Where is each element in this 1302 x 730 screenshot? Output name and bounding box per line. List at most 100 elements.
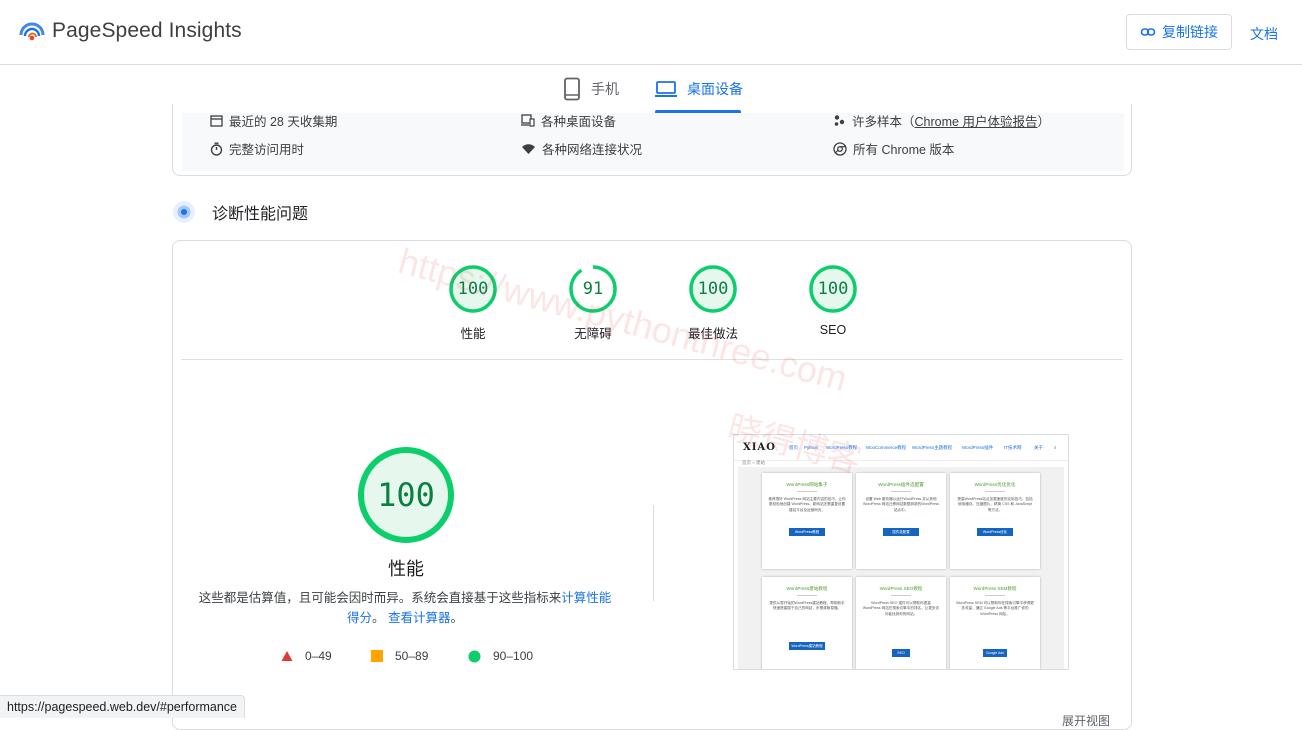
field-data-meta: 最近的 28 天收集期 各种桌面设备 许多样本（Chrome 用户体验报告） 完…	[182, 113, 1124, 171]
thumb-search-icon: ⌕	[1054, 445, 1057, 450]
thumb-body: WordPress网站集子 推荐搭好 WordPress 网站主要内容的技巧，让…	[738, 467, 1064, 669]
desc-text: 这些都是估算值，且可能会因时而异。系统会直接基于这些指标来	[198, 591, 562, 605]
thumb-tile-desc: 提供从零开始的WordPress建站教程，帮助新手快速搭建属于自己的网站，步骤清…	[769, 601, 845, 611]
legend-pass: 90–100	[468, 648, 533, 664]
thumb-menu-item: Python	[804, 445, 819, 450]
score-label: 无障碍	[574, 327, 612, 341]
thumb-tile-title: WordPress网站集子	[786, 482, 828, 487]
diagnose-section-header: 诊断性能问题	[172, 198, 308, 226]
meta-samples: 许多样本（Chrome 用户体验报告）	[833, 111, 1050, 130]
score-ring: 100	[449, 265, 497, 313]
browser-status-url: https://pagespeed.web.dev/#performance	[0, 695, 246, 718]
chrome-icon	[833, 141, 847, 156]
brand-title[interactable]: PageSpeed Insights	[52, 19, 242, 43]
top-app-bar: PageSpeed Insights 复制链接 文档	[0, 0, 1302, 65]
meta-samples-post: ）	[1037, 115, 1050, 129]
meta-network: 各种网络连接状况	[521, 139, 642, 158]
meta-chrome-text: 所有 Chrome 版本	[853, 143, 955, 157]
thumb-breadcrumb: 首页 » 建站	[742, 460, 766, 465]
score-ring: 100	[809, 265, 857, 313]
docs-link[interactable]: 文档	[1250, 24, 1278, 44]
tab-desktop-label: 桌面设备	[687, 81, 743, 97]
thumb-tile-desc: 推荐搭好 WordPress 网站主要内容的技巧，让你更轻松地创建 WordPr…	[768, 497, 846, 512]
score-label: SEO	[819, 323, 847, 337]
legend-pass-range: 90–100	[493, 649, 534, 663]
thumb-tile: WordPress SEM教程 WordPress SEM 可以帮助你在搜索引擎…	[950, 577, 1040, 669]
thumb-tile-desc: 设置 Web 服务器以运行WordPress 并从其他 WordPress 网站…	[863, 497, 939, 512]
triangle-icon	[281, 651, 293, 661]
score-label: 最佳做法	[687, 327, 738, 341]
score-gauge-seo[interactable]: 100 SEO	[801, 265, 865, 337]
score-value: 91	[582, 279, 604, 299]
thumb-tile-desc: WordPress SEO 插件可以帮助你提高 WordPress 网站在搜索引…	[862, 601, 940, 616]
score-value: 100	[457, 279, 489, 299]
copy-link-button[interactable]: 复制链接	[1126, 14, 1232, 50]
score-gauge-performance[interactable]: 100 性能	[441, 265, 505, 342]
performance-description: 这些都是估算值，且可能会因时而异。系统会直接基于这些指标来计算性能得分。 查看计…	[193, 588, 617, 628]
thumb-tile: WordPress网站集子 推荐搭好 WordPress 网站主要内容的技巧，让…	[762, 473, 852, 569]
crux-report-link[interactable]: Chrome 用户体验报告	[915, 115, 1038, 129]
phone-icon	[564, 77, 580, 101]
link-icon	[1140, 28, 1156, 36]
thumb-tile-title: WordPress插件选配置	[878, 482, 924, 487]
thumb-tile-title: WordPress SEM教程	[973, 586, 1017, 591]
legend-fail: 0–49	[281, 648, 332, 664]
score-gauge-best-practices[interactable]: 100 最佳做法	[681, 265, 745, 342]
vertical-separator	[653, 505, 654, 601]
thumb-menu-item: WordPress插件	[962, 445, 994, 450]
diagnose-title: 诊断性能问题	[212, 206, 309, 223]
devices-icon	[521, 114, 535, 127]
meta-duration-text: 完整访问用时	[229, 143, 305, 157]
thumb-tile-desc: WordPress SEM 可以帮助你在搜索引擎中获得更多流量，通过 Googl…	[956, 601, 1034, 616]
copy-link-label: 复制链接	[1162, 24, 1218, 40]
thumb-tile-rule	[891, 491, 911, 492]
thumb-tile: WordPress插件选配置 设置 Web 服务器以运行WordPress 并从…	[856, 473, 946, 569]
score-value: 100	[817, 279, 849, 299]
thumb-tile-button: WordPress教程	[789, 528, 825, 536]
expand-view-link[interactable]: 展开视图	[1062, 712, 1110, 729]
wifi-icon	[522, 143, 535, 154]
thumb-nav: XIAO 首页 Python WordPress教程 WooCommerce教程…	[734, 435, 1068, 461]
score-gauge-accessibility[interactable]: 91 无障碍	[561, 265, 625, 342]
performance-score-value: 100	[377, 476, 435, 514]
thumb-tile-button: SEO	[892, 649, 910, 657]
thumb-logo: XIAO	[743, 442, 776, 453]
meta-devices-text: 各种桌面设备	[541, 115, 617, 129]
pagespeed-logo-icon[interactable]	[18, 16, 46, 44]
page-screenshot-thumbnail[interactable]: XIAO 首页 Python WordPress教程 WooCommerce教程…	[733, 434, 1069, 670]
desc-end: 。	[450, 611, 464, 625]
thumb-tile-button: WordPress建站教程	[789, 642, 825, 650]
samples-icon	[834, 115, 845, 126]
thumb-tile-button: Google Ads	[983, 649, 1007, 657]
tab-mobile-label: 手机	[591, 81, 619, 97]
meta-samples-pre: 许多样本（	[852, 115, 915, 129]
thumb-tile-rule	[985, 491, 1005, 492]
legend-fail-range: 0–49	[305, 649, 332, 663]
view-calculator-link[interactable]: 查看计算器	[388, 611, 451, 625]
thumb-menu-item: IT技术网	[1004, 445, 1022, 450]
thumb-menu-item: 首页	[789, 445, 798, 450]
thumb-tile-button: WordPress优化	[977, 528, 1013, 536]
lighthouse-report-card: 100 性能 91 无障碍 100 最佳做法 100 SEO 100 性能 这些…	[172, 240, 1132, 730]
square-icon	[371, 650, 383, 662]
lighthouse-icon	[173, 201, 195, 223]
thumb-tile: WordPress优化优化 提高WordPress站点加载速度的实用技巧，包括使…	[950, 473, 1040, 569]
meta-visit-duration: 完整访问用时	[210, 139, 304, 158]
section-divider	[181, 359, 1123, 360]
score-ring: 100	[689, 265, 737, 313]
thumb-tile-rule	[985, 595, 1005, 596]
thumb-tile-button: 插件选配置	[883, 528, 919, 536]
thumb-menu-item: WordPress主题教程	[912, 445, 953, 450]
thumb-tile-rule	[891, 595, 911, 596]
thumb-menu-item: 关于	[1034, 445, 1043, 450]
circle-icon	[468, 650, 481, 662]
stopwatch-icon	[210, 142, 223, 156]
desc-mid: 。	[371, 611, 385, 625]
score-ring: 91	[569, 265, 617, 313]
thumb-tile: WordPress SEO教程 WordPress SEO 插件可以帮助你提高 …	[856, 577, 946, 669]
thumb-tile-title: WordPress建站教程	[786, 586, 828, 591]
score-value: 100	[697, 279, 729, 299]
thumb-tile-title: WordPress优化优化	[974, 482, 1016, 487]
thumb-tile-rule	[797, 595, 817, 596]
meta-chrome-versions: 所有 Chrome 版本	[833, 139, 954, 158]
